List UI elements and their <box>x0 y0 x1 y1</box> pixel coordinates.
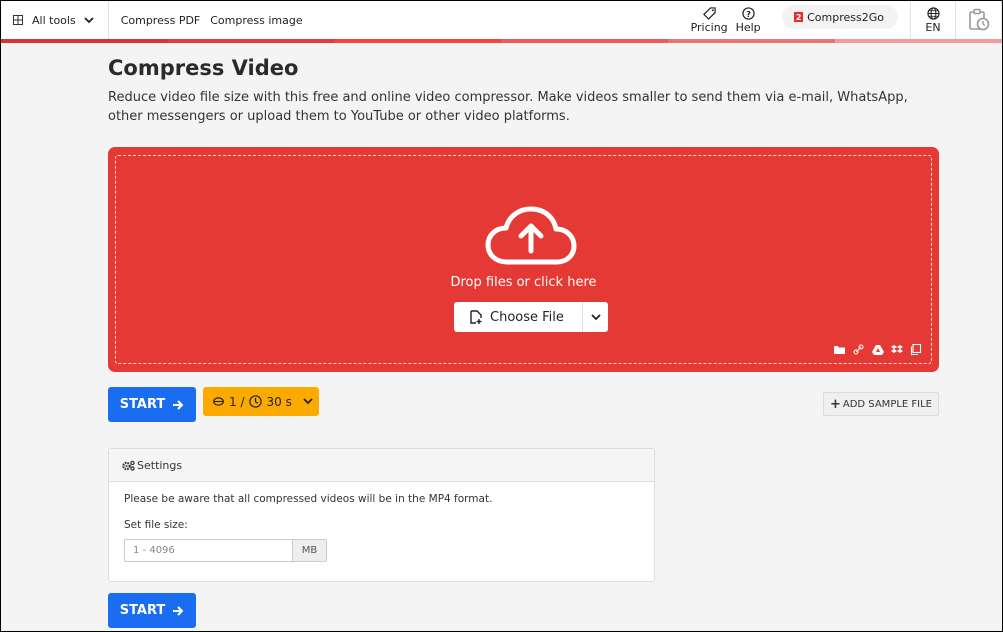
cloud-upload-icon <box>485 206 577 265</box>
file-drop-zone[interactable]: Drop files or click here Choose File <box>108 147 939 372</box>
time-limit: 30 s <box>266 394 292 409</box>
chevron-down-icon <box>303 398 313 405</box>
drop-files-text: Drop files or click here <box>450 275 597 290</box>
color-segment <box>334 39 502 43</box>
arrow-right-icon <box>173 399 184 410</box>
help-label: Help <box>735 20 761 34</box>
brand-name: Compress2Go <box>807 10 884 24</box>
clipboard-clock-icon <box>968 8 989 31</box>
page-description: Reduce video file size with this free an… <box>108 90 908 124</box>
coins-icon <box>213 397 224 406</box>
nav-link-compress-pdf[interactable]: Compress PDF <box>121 14 201 27</box>
color-segment <box>835 39 1002 43</box>
history-button[interactable] <box>956 1 1002 39</box>
arrow-right-icon <box>173 605 184 616</box>
start-button-bottom[interactable]: START <box>108 593 196 628</box>
start-label: START <box>119 603 166 618</box>
settings-header: Settings <box>109 449 654 482</box>
svg-text:?: ? <box>746 8 751 18</box>
choose-file-group: Choose File <box>454 302 608 332</box>
file-size-unit: MB <box>292 539 327 562</box>
settings-panel: Settings Please be aware that all compre… <box>108 448 655 582</box>
clock-icon <box>248 395 262 408</box>
color-segment <box>501 39 669 43</box>
google-drive-icon[interactable] <box>872 344 884 355</box>
add-sample-file-button[interactable]: + ADD SAMPLE FILE <box>823 392 939 416</box>
credits-dropdown[interactable]: 1 / 30 s <box>203 387 319 416</box>
compress2go-brand[interactable]: 2 Compress2Go <box>782 5 898 29</box>
clipboard-icon[interactable] <box>910 344 922 355</box>
add-sample-label: ADD SAMPLE FILE <box>842 398 933 410</box>
nav-link-compress-image[interactable]: Compress image <box>210 14 302 27</box>
credits-count: 1 / <box>229 394 245 409</box>
file-size-input[interactable] <box>124 539 292 562</box>
color-segment <box>1 39 168 43</box>
language-label: EN <box>925 20 941 34</box>
top-navbar: All tools Compress PDF Compress image Pr… <box>1 1 1002 39</box>
dropbox-icon[interactable] <box>891 344 903 355</box>
page-title: Compress Video <box>108 56 299 80</box>
help-link[interactable]: ? Help <box>734 1 762 39</box>
choose-file-button[interactable]: Choose File <box>454 302 583 332</box>
tag-icon <box>702 6 716 20</box>
chevron-down-icon <box>84 17 94 24</box>
start-button[interactable]: START <box>108 387 196 422</box>
file-size-group: MB <box>124 539 327 562</box>
cogs-icon <box>122 460 135 471</box>
all-tools-label: All tools <box>32 13 76 27</box>
mp4-format-notice: Please be aware that all compressed vide… <box>124 493 493 505</box>
folder-icon[interactable] <box>834 344 846 355</box>
question-circle-icon: ? <box>741 6 755 20</box>
all-tools-menu[interactable]: All tools <box>1 1 109 39</box>
globe-icon <box>926 6 940 20</box>
choose-file-label: Choose File <box>490 309 564 325</box>
file-plus-icon <box>470 310 482 324</box>
brand-color-bar <box>1 39 1002 43</box>
settings-title: Settings <box>137 458 183 472</box>
file-size-label: Set file size: <box>124 519 188 531</box>
pricing-label: Pricing <box>690 20 728 34</box>
language-selector[interactable]: EN <box>910 1 956 39</box>
link-icon[interactable] <box>853 344 865 355</box>
upload-sources <box>834 344 922 355</box>
color-segment <box>668 39 836 43</box>
color-segment <box>167 39 335 43</box>
pricing-link[interactable]: Pricing <box>690 1 728 39</box>
drop-zone-border: Drop files or click here Choose File <box>115 155 932 364</box>
brand-logo-icon: 2 <box>794 12 804 22</box>
choose-file-dropdown-toggle[interactable] <box>583 313 608 321</box>
start-label: START <box>119 397 166 412</box>
grid-icon <box>13 15 23 25</box>
plus-icon: + <box>829 396 841 412</box>
chevron-down-icon <box>590 314 601 321</box>
